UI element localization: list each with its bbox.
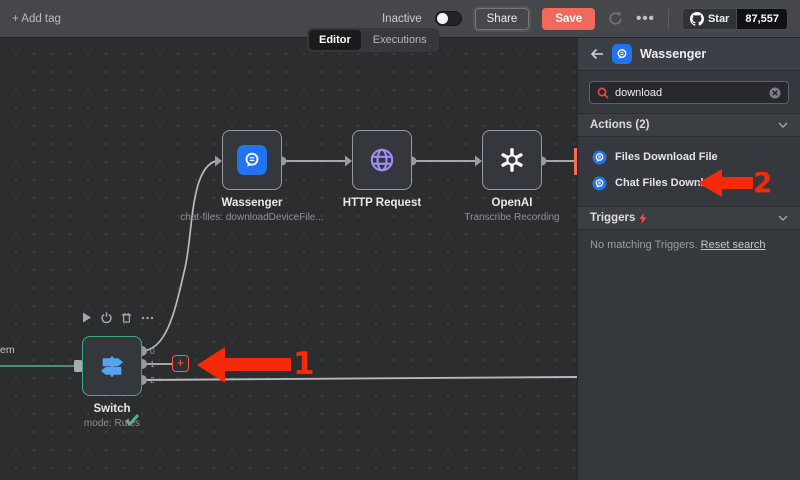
globe-icon [367,145,397,175]
connection-wires [0,38,577,480]
tab-editor[interactable]: Editor [309,30,361,50]
star-label: Star [708,13,729,25]
chevron-down-icon [778,215,788,221]
delete-node-icon[interactable] [121,312,132,323]
workflow-status-label: Inactive [382,13,422,25]
execute-node-icon[interactable] [82,312,92,323]
wassenger-logo-icon [612,44,632,64]
history-icon[interactable] [608,11,623,26]
github-star-button[interactable]: Star [683,9,736,29]
node-wassenger[interactable] [222,130,282,190]
triggers-empty-state: No matching Triggers. Reset search [578,230,800,260]
tab-executions[interactable]: Executions [363,30,437,50]
node-label-switch: Switch [42,403,182,415]
output-label-2: 2 [150,375,155,385]
actions-list: Files Download File Chat Files Download … [578,137,800,206]
output-label-1: 1 [150,359,155,369]
action-item-label: Chat Files Download File [615,177,745,189]
wassenger-item-icon [592,150,607,165]
openai-icon [498,146,526,174]
node-http-request[interactable] [352,130,412,190]
back-icon[interactable] [590,48,604,60]
header-divider [668,9,669,29]
add-connection-button[interactable]: + [172,355,189,372]
panel-title: Wassenger [640,47,706,61]
node-switch[interactable] [82,336,142,396]
node-subtitle-openai: Transcribe Recording [437,212,577,223]
activate-toggle[interactable] [435,11,462,26]
node-subtitle-wassenger: chat-files: downloadDeviceFile... [177,212,327,223]
node-search-panel: Wassenger Actions (2) [577,38,800,480]
action-item-files-download[interactable]: Files Download File [578,144,800,170]
node-label-openai: OpenAI [442,197,577,209]
workflow-canvas[interactable]: em Wassenger chat-files: downloadDeviceF… [0,38,577,480]
reset-search-link[interactable]: Reset search [701,239,766,251]
action-item-chat-files-download[interactable]: Chat Files Download File [578,170,800,196]
search-area [578,71,800,113]
switch-icon [97,351,127,381]
wassenger-icon [237,145,267,175]
header-actions: Inactive Share Save ••• Star 87,557 [382,8,788,30]
node-subtitle-switch: mode: Rules [37,418,187,429]
share-button[interactable]: Share [475,8,530,30]
disable-node-icon[interactable] [101,312,112,323]
search-input[interactable] [615,87,763,99]
view-tabs: Editor Executions [307,28,439,52]
section-actions[interactable]: Actions (2) [578,113,800,137]
node-openai[interactable] [482,130,542,190]
section-triggers[interactable]: Triggers [578,206,800,230]
triggers-section-label: Triggers [590,212,635,224]
search-box[interactable] [589,81,789,104]
node-toolbar [82,312,154,323]
history-icon-glyph [608,11,623,26]
search-icon [597,87,609,99]
no-triggers-text: No matching Triggers. [590,239,698,251]
edge-partial-label: em [0,344,15,356]
toggle-knob [437,13,448,24]
node-label-http: HTTP Request [312,197,452,209]
star-count: 87,557 [736,9,787,29]
panel-header: Wassenger [578,38,800,71]
github-icon [690,12,704,26]
chevron-down-icon [778,122,788,128]
wassenger-item-icon [592,176,607,191]
save-button[interactable]: Save [542,8,595,30]
add-tag-button[interactable]: + Add tag [12,13,61,25]
github-star-widget[interactable]: Star 87,557 [682,8,788,30]
more-options-icon[interactable]: ••• [636,10,655,27]
node-more-options-icon[interactable] [141,316,154,320]
actions-section-label: Actions (2) [590,119,649,131]
action-item-label: Files Download File [615,151,718,163]
node-label-wassenger: Wassenger [182,197,322,209]
clear-search-icon[interactable] [769,87,781,99]
lightning-icon [639,213,647,224]
output-label-0: 0 [150,346,155,356]
